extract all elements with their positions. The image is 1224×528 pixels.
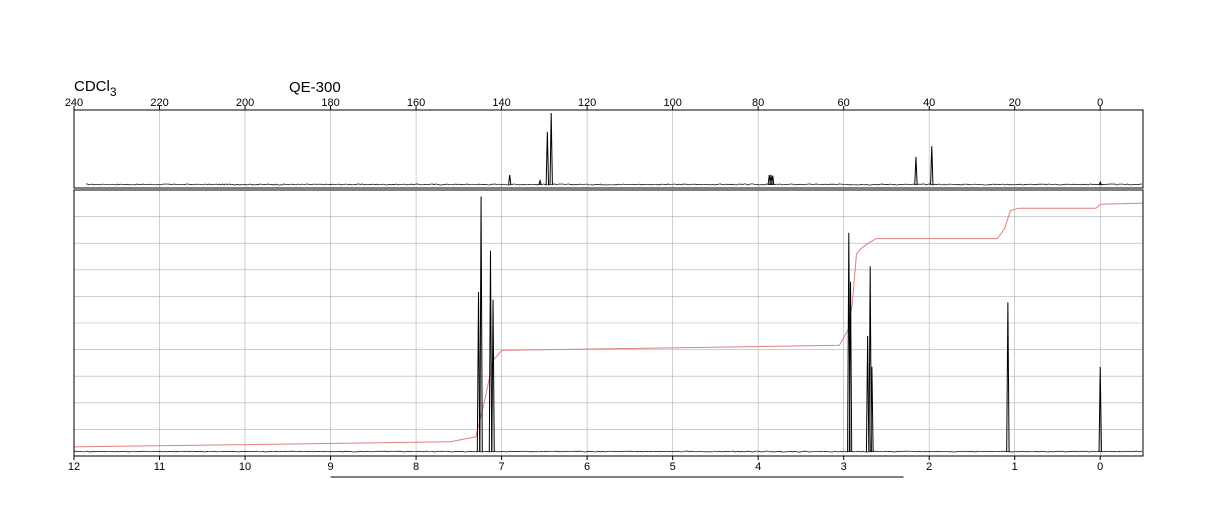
tick-label: 5 [670, 461, 676, 473]
tick-label: 80 [752, 97, 764, 109]
tick-label: 220 [150, 97, 168, 109]
tick-label: 1 [1012, 461, 1018, 473]
tick-label: 120 [578, 97, 596, 109]
solvent-text: CDCl [74, 78, 110, 95]
carbon-panel-frame [73, 109, 1144, 189]
tick-label: 100 [663, 97, 681, 109]
spectrum-peak [545, 131, 550, 186]
carbon-spectrum [85, 112, 1143, 186]
tick-label: 4 [755, 461, 761, 473]
carbon-axis: 240 220 200 180 160 140 120 100 80 60 40 20 0 [65, 97, 1103, 110]
tick-label: 9 [327, 461, 333, 473]
tick-label: 20 [1009, 97, 1021, 109]
spectrum-peak [914, 156, 918, 186]
tick-label: 10 [239, 461, 251, 473]
tick-label: 140 [492, 97, 510, 109]
spectrum-baseline [85, 183, 1143, 186]
tick-label: 160 [407, 97, 425, 109]
tick-label: 6 [584, 461, 590, 473]
spectrum-peak [771, 175, 775, 186]
nmr-chart: CDCl3 QE-300 240 220 200 180 160 140 120 100 80 6… [65, 78, 1144, 478]
tick-label: 12 [68, 461, 80, 473]
tick-label: 11 [154, 461, 165, 473]
carbon-grid [159, 110, 1101, 188]
proton-spectrum [73, 196, 1143, 453]
solvent-subscript: 3 [110, 85, 117, 99]
spectrum-baseline [73, 450, 1143, 453]
tick-label: 240 [65, 97, 83, 109]
tick-label: 3 [841, 461, 847, 473]
spectrum-peak [930, 146, 934, 186]
spectrum-peak [549, 112, 553, 186]
tick-label: 40 [923, 97, 935, 109]
tick-label: 7 [499, 461, 505, 473]
proton-integral-curve [73, 202, 1144, 448]
tick-label: 60 [838, 97, 850, 109]
spectrum-peak [508, 174, 512, 186]
proton-axis: 12 11 10 9 8 7 6 5 4 3 2 1 0 [68, 456, 1103, 473]
integral-line [73, 202, 1144, 448]
tick-label: 180 [321, 97, 339, 109]
tick-label: 0 [1097, 461, 1103, 473]
solvent-label: CDCl3 [74, 78, 117, 99]
spectrum-peak [488, 250, 493, 453]
spectrum-peak [865, 335, 870, 453]
tick-label: 0 [1097, 97, 1103, 109]
tick-label: 200 [236, 97, 254, 109]
tick-label: 2 [926, 461, 932, 473]
proton-grid [74, 190, 1143, 456]
tick-label: 8 [413, 461, 419, 473]
instrument-label: QE-300 [289, 79, 341, 96]
